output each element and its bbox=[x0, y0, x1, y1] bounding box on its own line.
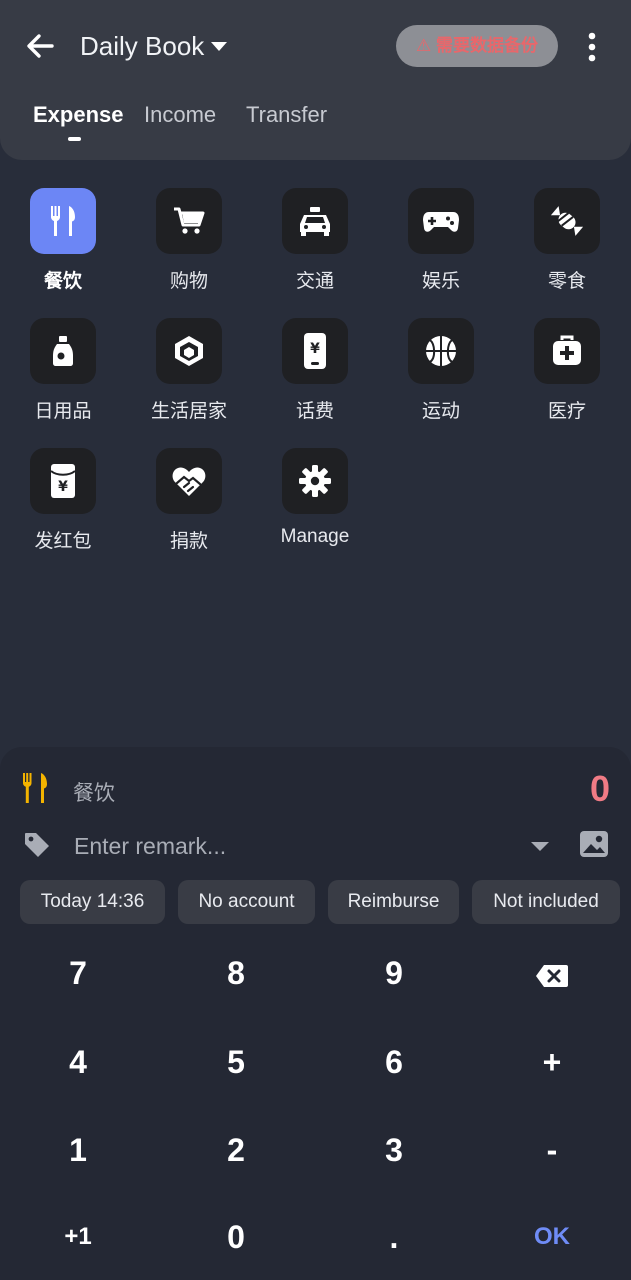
reimburse-chip[interactable]: Reimburse bbox=[328, 880, 459, 924]
red-envelope-icon: ¥ bbox=[50, 464, 76, 498]
amount-display: 0 bbox=[589, 768, 610, 809]
key-plus-one[interactable]: +1 bbox=[3, 1197, 153, 1277]
category-dining[interactable]: 餐饮 bbox=[8, 188, 118, 293]
category-shopping[interactable]: 购物 bbox=[134, 188, 244, 293]
key-1[interactable]: 1 bbox=[3, 1110, 153, 1190]
category-entertainment[interactable]: 娱乐 bbox=[386, 188, 496, 293]
back-arrow-icon[interactable] bbox=[22, 28, 58, 64]
gamepad-icon bbox=[423, 212, 459, 232]
chevron-down-icon[interactable] bbox=[210, 40, 228, 52]
utensils-icon bbox=[51, 206, 75, 236]
key-7[interactable]: 7 bbox=[3, 933, 153, 1013]
category-phone-bill[interactable]: ¥ 话费 bbox=[260, 318, 370, 423]
category-daily-goods[interactable]: 日用品 bbox=[8, 318, 118, 423]
tag-icon bbox=[25, 833, 49, 857]
taxi-icon bbox=[300, 207, 330, 236]
key-3[interactable]: 3 bbox=[319, 1110, 469, 1190]
key-0[interactable]: 0 bbox=[161, 1197, 311, 1277]
selected-category-name: 餐饮 bbox=[73, 782, 115, 805]
top-bar: Daily Book ⚠ 需要数据备份 Expense Income Trans… bbox=[0, 0, 631, 160]
tab-transfer[interactable]: Transfer bbox=[246, 102, 327, 128]
heart-donate-icon bbox=[172, 467, 206, 496]
category-snacks[interactable]: 零食 bbox=[512, 188, 622, 293]
backspace-button[interactable] bbox=[477, 933, 627, 1013]
phone-bill-icon: ¥ bbox=[304, 333, 326, 369]
basketball-icon bbox=[426, 336, 456, 366]
key-2[interactable]: 2 bbox=[161, 1110, 311, 1190]
gear-icon bbox=[299, 465, 331, 497]
key-9[interactable]: 9 bbox=[319, 933, 469, 1013]
category-red-envelope[interactable]: ¥ 发红包 bbox=[8, 448, 118, 553]
date-time-chip[interactable]: Today 14:36 bbox=[20, 880, 165, 924]
category-transport[interactable]: 交通 bbox=[260, 188, 370, 293]
ok-button[interactable]: OK bbox=[477, 1197, 627, 1277]
not-included-chip[interactable]: Not included bbox=[472, 880, 620, 924]
more-options-icon[interactable] bbox=[578, 30, 606, 64]
utensils-icon bbox=[23, 773, 47, 803]
category-home-living[interactable]: 生活居家 bbox=[134, 318, 244, 423]
candy-icon bbox=[550, 206, 584, 236]
tab-income[interactable]: Income bbox=[144, 102, 216, 128]
image-icon[interactable] bbox=[578, 828, 610, 860]
remark-input[interactable] bbox=[72, 826, 516, 866]
key-4[interactable]: 4 bbox=[3, 1022, 153, 1102]
shopping-cart-icon bbox=[174, 207, 205, 234]
tab-expense[interactable]: Expense bbox=[33, 102, 124, 128]
tab-indicator bbox=[68, 137, 81, 141]
key-minus[interactable]: - bbox=[477, 1110, 627, 1190]
svg-text:¥: ¥ bbox=[310, 341, 320, 357]
category-donation[interactable]: 捐款 bbox=[134, 448, 244, 553]
bottle-icon bbox=[53, 336, 73, 366]
category-medical[interactable]: 医疗 bbox=[512, 318, 622, 423]
key-dot[interactable]: . bbox=[319, 1197, 469, 1277]
account-chip[interactable]: No account bbox=[178, 880, 315, 924]
key-8[interactable]: 8 bbox=[161, 933, 311, 1013]
chevron-down-icon[interactable] bbox=[530, 840, 550, 852]
category-manage[interactable]: Manage bbox=[260, 448, 370, 548]
key-5[interactable]: 5 bbox=[161, 1022, 311, 1102]
cube-icon bbox=[175, 336, 203, 366]
svg-text:¥: ¥ bbox=[58, 479, 68, 495]
medical-kit-icon bbox=[553, 335, 581, 365]
key-plus[interactable]: + bbox=[477, 1022, 627, 1102]
category-sports[interactable]: 运动 bbox=[386, 318, 496, 423]
key-6[interactable]: 6 bbox=[319, 1022, 469, 1102]
backspace-icon bbox=[536, 964, 568, 987]
backup-warning-badge[interactable]: ⚠ 需要数据备份 bbox=[396, 25, 558, 67]
book-title[interactable]: Daily Book bbox=[80, 31, 204, 62]
